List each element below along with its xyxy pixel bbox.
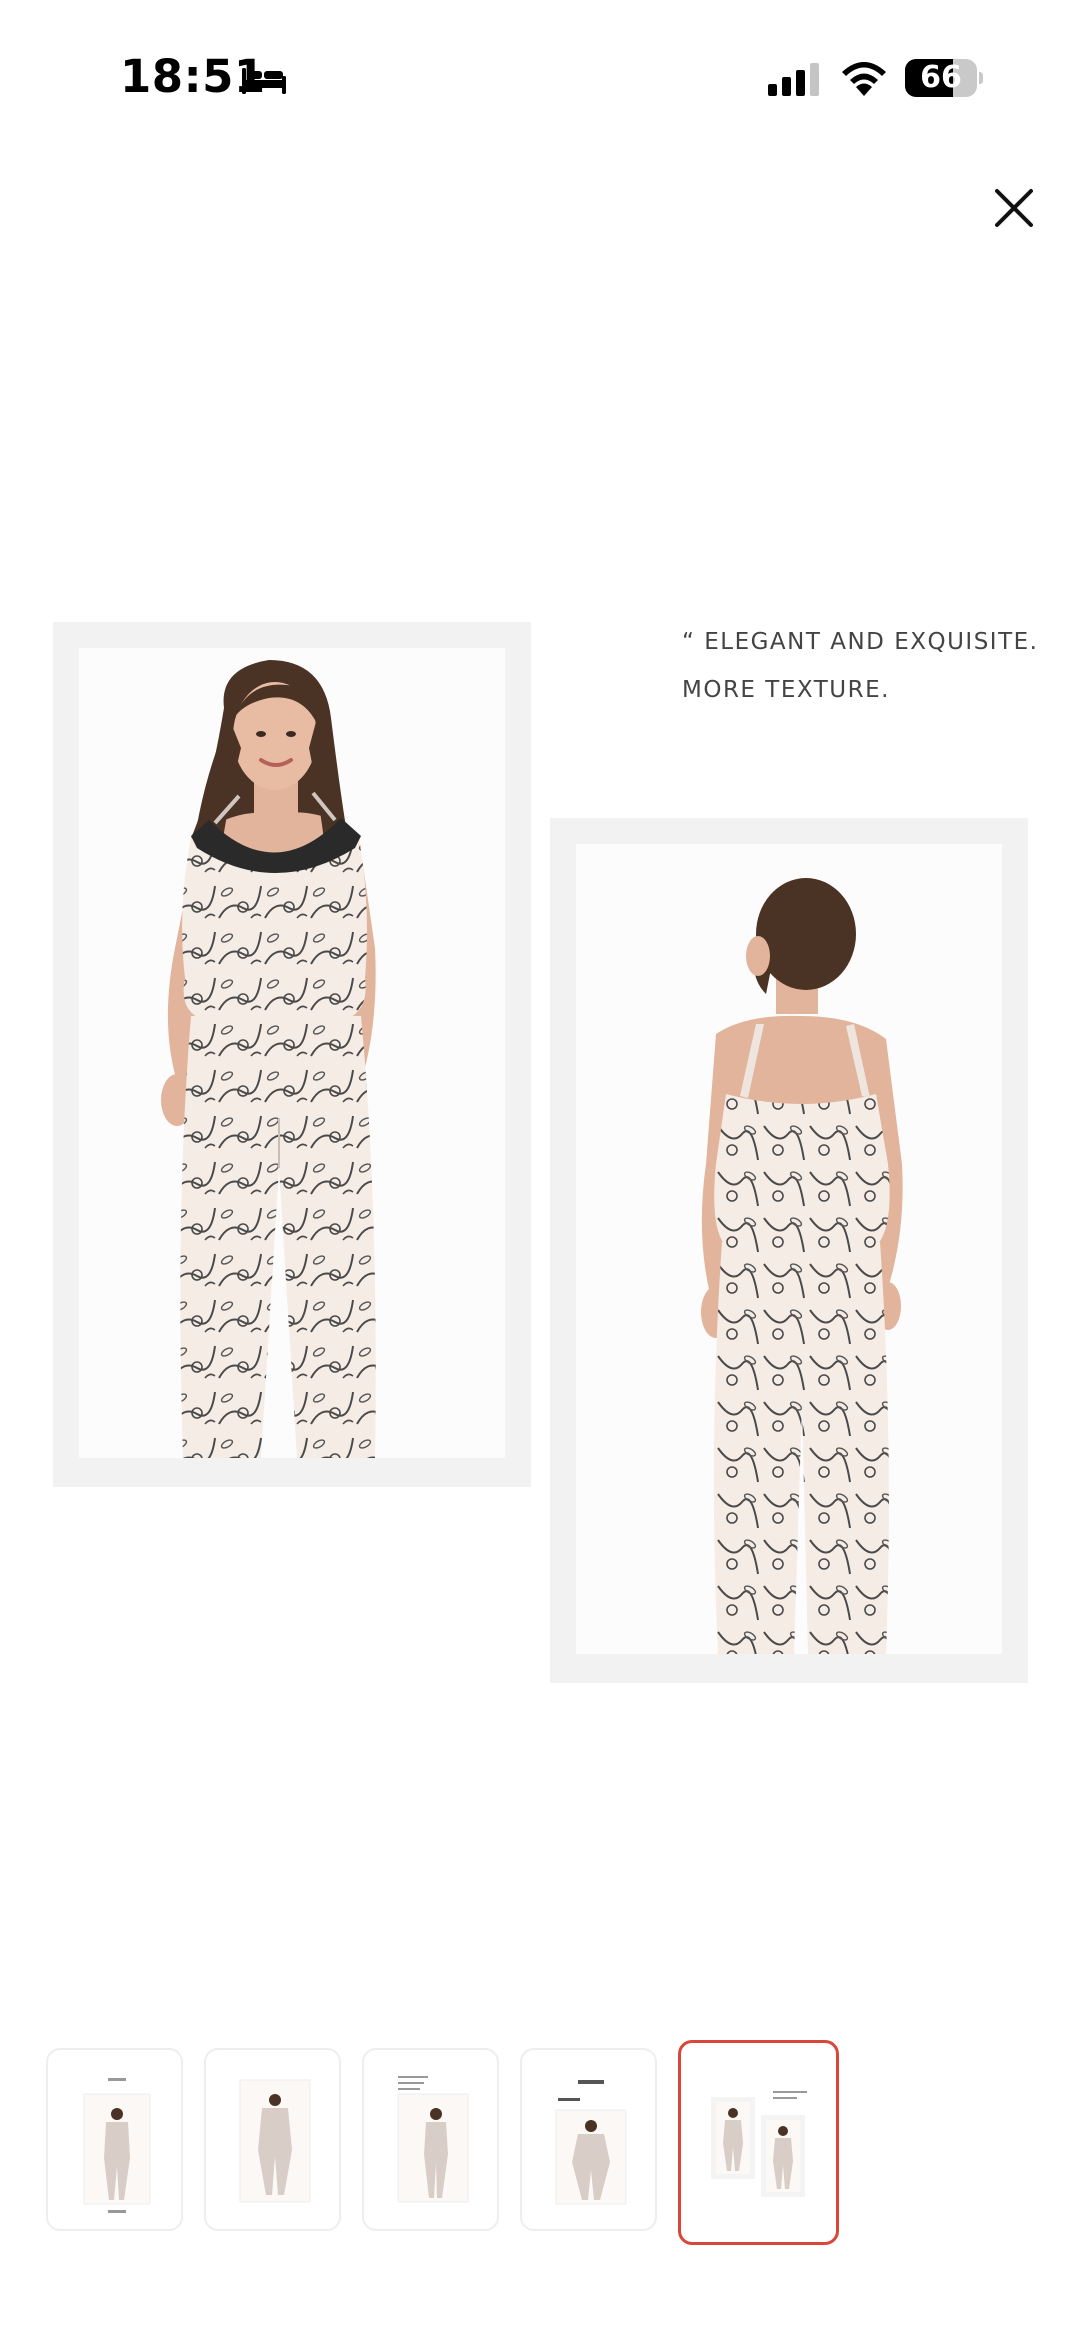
thumbnail-5-selected[interactable] (678, 2040, 839, 2245)
front-view-frame (53, 622, 531, 1487)
thumbnail-strip (0, 2040, 1080, 2245)
tagline-line-2: MORE TEXTURE. (682, 677, 890, 703)
thumbnail-4[interactable] (520, 2048, 657, 2231)
product-tagline: “ ELEGANT AND EXQUISITE. MORE TEXTURE. (682, 618, 1052, 714)
battery-icon: 66 (905, 59, 983, 97)
front-view-photo (79, 648, 505, 1458)
close-icon[interactable] (988, 182, 1040, 234)
model-back-illustration (701, 878, 903, 1654)
product-image[interactable]: “ ELEGANT AND EXQUISITE. MORE TEXTURE. (0, 600, 1080, 1700)
back-view-photo (576, 844, 1002, 1654)
bed-icon (242, 68, 286, 94)
thumbnail-3[interactable] (362, 2048, 499, 2231)
model-front-illustration (161, 660, 376, 1458)
battery-cap (979, 72, 983, 84)
thumbnail-1[interactable] (46, 2048, 183, 2231)
battery-level: 66 (920, 60, 962, 95)
tagline-line-1: “ ELEGANT AND EXQUISITE. (682, 629, 1039, 655)
back-view-frame (550, 818, 1028, 1683)
status-bar: 18:51 66 (0, 0, 1080, 150)
thumbnail-2[interactable] (204, 2048, 341, 2231)
battery-body: 66 (905, 59, 977, 97)
signal-icon (768, 63, 819, 96)
wifi-icon (842, 62, 886, 96)
